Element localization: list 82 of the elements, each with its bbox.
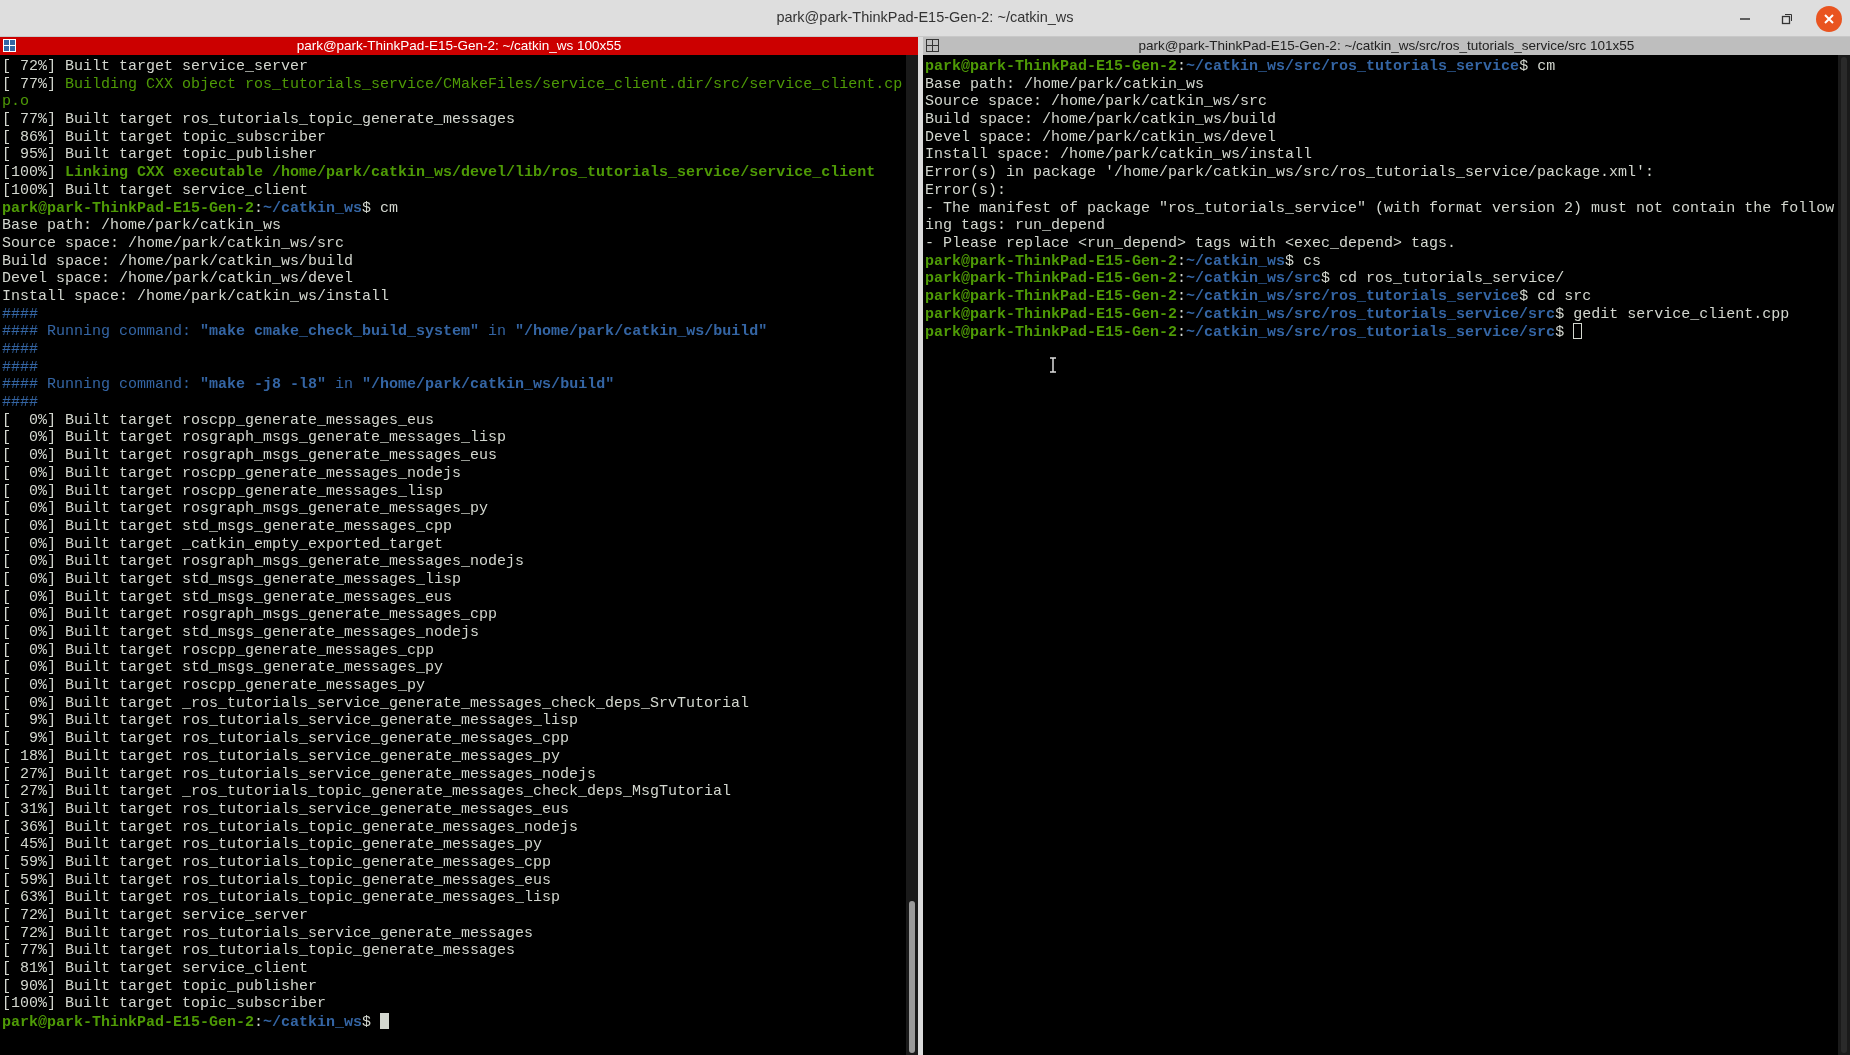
terminal-line: park@park-ThinkPad-E15-Gen-2:~/catkin_ws/src/ros_tutorials_service$ cm (925, 58, 1556, 76)
terminal-line: Base path: /home/park/catkin_ws (2, 217, 282, 235)
terminal-line: park@park-ThinkPad-E15-Gen-2:~/catkin_ws$ (2, 1013, 906, 1031)
pane-title: park@park-ThinkPad-E15-Gen-2: ~/catkin_ws/src/ros_tutorials_service/src 101x55 (1138, 38, 1635, 53)
terminal-line: #### Running command: "make cmake_check_build_system" in "/home/park/catkin_ws/build" (2, 323, 768, 341)
terminal-line: [ 0%] Built target rosgraph_msgs_generate_messages_cpp (2, 606, 498, 624)
terminal-line: [ 81%] Built target service_client (2, 960, 309, 978)
terminal-line: [ 0%] Built target roscpp_generate_messages_py (2, 677, 426, 695)
terminal-line: [ 0%] Built target std_msgs_generate_messages_cpp (2, 517, 453, 536)
terminal-line: [ 0%] Built target std_msgs_generate_messages_py (2, 659, 444, 678)
terminal-line: [ 72%] Built target service_server (2, 907, 309, 925)
terminal-line: Error(s) in package '/home/park/catkin_ws/src/ros_tutorials_service/package.xml': (925, 164, 1655, 182)
terminal-line: #### (2, 358, 38, 377)
terminal-line: park@park-ThinkPad-E15-Gen-2:~/catkin_ws/src/ros_tutorials_service/src$ gedit service_client.cpp (925, 305, 1790, 324)
close-button[interactable] (1816, 5, 1842, 32)
terminal-line: [ 0%] Built target rosgraph_msgs_generate_messages_lisp (2, 429, 507, 448)
terminal-line: - Please replace <run_depend> tags with <exec_depend> tags. (925, 234, 1457, 253)
terminal-line: park@park-ThinkPad-E15-Gen-2:~/catkin_ws/src$ cd ros_tutorials_service/ (925, 270, 1565, 288)
terminal-line: Devel space: /home/park/catkin_ws/devel (925, 128, 1277, 147)
terminal-line: [ 0%] Built target std_msgs_generate_messages_eus (2, 588, 453, 607)
terminal-line: [ 0%] Built target std_msgs_generate_messages_lisp (2, 570, 462, 589)
terminal-line: [ 95%] Built target topic_publisher (2, 146, 318, 165)
terminal-line: [ 0%] Built target roscpp_generate_messages_lisp (2, 482, 444, 501)
terminal-line: [ 59%] Built target ros_tutorials_topic_generate_messages_cpp (2, 853, 552, 872)
terminal-line: Install space: /home/park/catkin_ws/install (925, 146, 1313, 165)
restore-icon (1781, 12, 1793, 25)
close-icon (1823, 12, 1835, 25)
terminal-line: #### (2, 341, 38, 359)
terminal-line: park@park-ThinkPad-E15-Gen-2:~/catkin_ws$ cs (925, 252, 1322, 271)
terminal-line: #### (2, 305, 38, 324)
terminal-line: ing tags: run_depend (925, 217, 1106, 235)
terminal-line: - The manifest of package "ros_tutorials_service" (with format version 2) must not contain the follow (925, 199, 1835, 218)
scrollbar[interactable] (906, 55, 918, 1055)
scrollbar[interactable] (1838, 55, 1850, 1055)
terminal-line: Install space: /home/park/catkin_ws/install (2, 287, 390, 306)
terminal-line: [ 0%] Built target rosgraph_msgs_generate_messages_py (2, 500, 489, 518)
terminal-line: [ 0%] Built target rosgraph_msgs_generate_messages_nodejs (2, 553, 525, 571)
terminal-line: [ 77%] Building CXX object ros_tutorials_service/CMakeFiles/service_client.dir/src/service_client.cp (2, 75, 903, 94)
minimize-icon (1740, 17, 1750, 20)
terminal-line: [ 77%] Built target ros_tutorials_topic_generate_messages (2, 942, 516, 961)
terminal-line: [ 72%] Built target service_server (2, 58, 309, 76)
terminal-line: [ 18%] Built target ros_tutorials_service_generate_messages_py (2, 747, 561, 766)
terminal-line: [ 27%] Built target _ros_tutorials_topic_generate_messages_check_deps_MsgTutorial (2, 783, 732, 801)
terminal-line: #### (2, 394, 38, 412)
terminal-line: Build space: /home/park/catkin_ws/build (925, 111, 1277, 129)
terminal-line: [ 0%] Built target roscpp_generate_messages_cpp (2, 641, 435, 660)
terminal-line: Build space: /home/park/catkin_ws/build (2, 252, 354, 271)
terminal-line: [ 9%] Built target ros_tutorials_service_generate_messages_lisp (2, 712, 579, 731)
terminal-line: Devel space: /home/park/catkin_ws/devel (2, 270, 354, 288)
terminal-line: [ 59%] Built target ros_tutorials_topic_generate_messages_eus (2, 871, 552, 890)
terminal-line: [ 0%] Built target _catkin_empty_exported_target (2, 535, 444, 554)
terminal-line: [100%] Built target topic_subscriber (2, 995, 327, 1014)
window-title: park@park-ThinkPad-E15-Gen-2: ~/catkin_ws (776, 8, 1074, 28)
terminal-line: [ 90%] Built target topic_publisher (2, 977, 318, 996)
terminal-line: [ 72%] Built target ros_tutorials_service_generate_messages (2, 924, 534, 943)
terminal-line: park@park-ThinkPad-E15-Gen-2:~/catkin_ws$ cm (2, 199, 399, 218)
terminal-line: [ 45%] Built target ros_tutorials_topic_generate_messages_py (2, 836, 543, 854)
terminal-line: [ 77%] Built target ros_tutorials_topic_generate_messages (2, 111, 516, 129)
grid-icon[interactable] (926, 39, 939, 52)
terminal-line: [ 0%] Built target rosgraph_msgs_generate_messages_eus (2, 447, 498, 465)
terminal-line: park@park-ThinkPad-E15-Gen-2:~/catkin_ws/src/ros_tutorials_service/src$ (925, 323, 1838, 341)
terminal-line: Base path: /home/park/catkin_ws (925, 75, 1205, 94)
terminal-line: [ 0%] Built target _ros_tutorials_service_generate_messages_check_deps_SrvTutorial (2, 694, 750, 713)
terminal-line: Error(s): (925, 181, 1006, 200)
terminal-line: Source space: /home/park/catkin_ws/src (925, 93, 1268, 112)
terminal-line: [ 63%] Built target ros_tutorials_topic_generate_messages_lisp (2, 889, 561, 907)
terminal-line: [100%] Built target service_client (2, 181, 309, 200)
mouse-pointer-icon (1049, 357, 1057, 373)
terminal-line: [ 0%] Built target roscpp_generate_messages_eus (2, 411, 435, 430)
terminal-line: [ 36%] Built target ros_tutorials_topic_generate_messages_nodejs (2, 818, 579, 837)
terminal-line: [ 9%] Built target ros_tutorials_service_generate_messages_cpp (2, 730, 570, 748)
pane-title: park@park-ThinkPad-E15-Gen-2: ~/catkin_ws 100x55 (296, 38, 622, 53)
terminal-line: [ 0%] Built target roscpp_generate_messages_nodejs (2, 464, 462, 483)
terminal-line: p.o (2, 93, 29, 112)
terminal-line: [ 86%] Built target topic_subscriber (2, 128, 327, 147)
terminal-line: [ 27%] Built target ros_tutorials_service_generate_messages_nodejs (2, 765, 597, 784)
terminal-line: Source space: /home/park/catkin_ws/src (2, 234, 345, 253)
terminal-line: [100%] Linking CXX executable /home/park/catkin_ws/devel/lib/ros_tutorials_service/service_client (2, 164, 876, 182)
terminal-line: [ 0%] Built target std_msgs_generate_messages_nodejs (2, 624, 480, 642)
terminal-line: park@park-ThinkPad-E15-Gen-2:~/catkin_ws/src/ros_tutorials_service$ cd src (925, 287, 1592, 306)
terminal-line: #### Running command: "make -j8 -l8" in "/home/park/catkin_ws/build" (2, 376, 615, 395)
terminal-line: [ 31%] Built target ros_tutorials_service_generate_messages_eus (2, 800, 570, 819)
